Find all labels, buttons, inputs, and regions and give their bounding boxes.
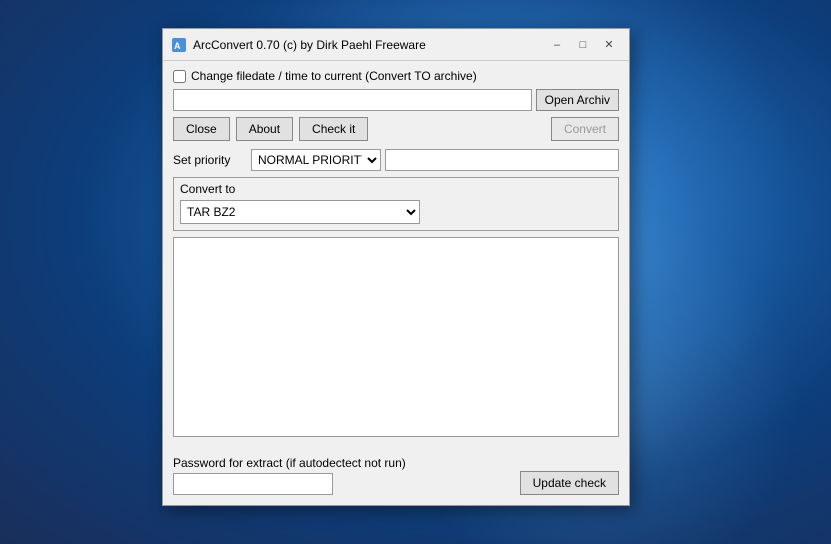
filepath-input[interactable] (173, 89, 532, 111)
titlebar-controls: – □ ✕ (545, 34, 621, 56)
priority-select[interactable]: NORMAL PRIORITY LOW PRIORITY HIGH PRIORI… (251, 149, 381, 171)
checkbox-row: Change filedate / time to current (Conve… (173, 69, 619, 83)
app-icon: A (171, 37, 187, 53)
about-button[interactable]: About (236, 117, 293, 141)
password-section: Password for extract (if autodectect not… (173, 456, 406, 495)
filepath-row: Open Archiv (173, 89, 619, 111)
titlebar: A ArcConvert 0.70 (c) by Dirk Paehl Free… (163, 29, 629, 61)
maximize-button[interactable]: □ (571, 34, 595, 56)
minimize-button[interactable]: – (545, 34, 569, 56)
convert-button[interactable]: Convert (551, 117, 619, 141)
open-archive-button[interactable]: Open Archiv (536, 89, 619, 111)
priority-extra-field (385, 149, 619, 171)
priority-row: Set priority NORMAL PRIORITY LOW PRIORIT… (173, 149, 619, 171)
app-window: A ArcConvert 0.70 (c) by Dirk Paehl Free… (162, 28, 630, 506)
filedate-label: Change filedate / time to current (Conve… (191, 69, 477, 83)
window-title: ArcConvert 0.70 (c) by Dirk Paehl Freewa… (193, 38, 545, 52)
convert-to-group: Convert to TAR BZ2 ZIP 7Z TAR GZ TAR RAR (173, 177, 619, 231)
filedate-checkbox[interactable] (173, 70, 186, 83)
convert-to-select[interactable]: TAR BZ2 ZIP 7Z TAR GZ TAR RAR (180, 200, 420, 224)
close-button[interactable]: Close (173, 117, 230, 141)
window-content: Change filedate / time to current (Conve… (163, 61, 629, 505)
close-window-button[interactable]: ✕ (597, 34, 621, 56)
update-check-button[interactable]: Update check (520, 471, 619, 495)
convert-to-legend: Convert to (180, 182, 612, 196)
log-textarea[interactable] (173, 237, 619, 437)
svg-text:A: A (174, 41, 181, 51)
password-row: Password for extract (if autodectect not… (173, 456, 619, 495)
password-input[interactable] (173, 473, 333, 495)
buttons-row: Close About Check it Convert (173, 117, 619, 141)
priority-label: Set priority (173, 153, 245, 167)
password-label: Password for extract (if autodectect not… (173, 456, 406, 470)
log-wrapper (173, 237, 619, 448)
check-it-button[interactable]: Check it (299, 117, 368, 141)
